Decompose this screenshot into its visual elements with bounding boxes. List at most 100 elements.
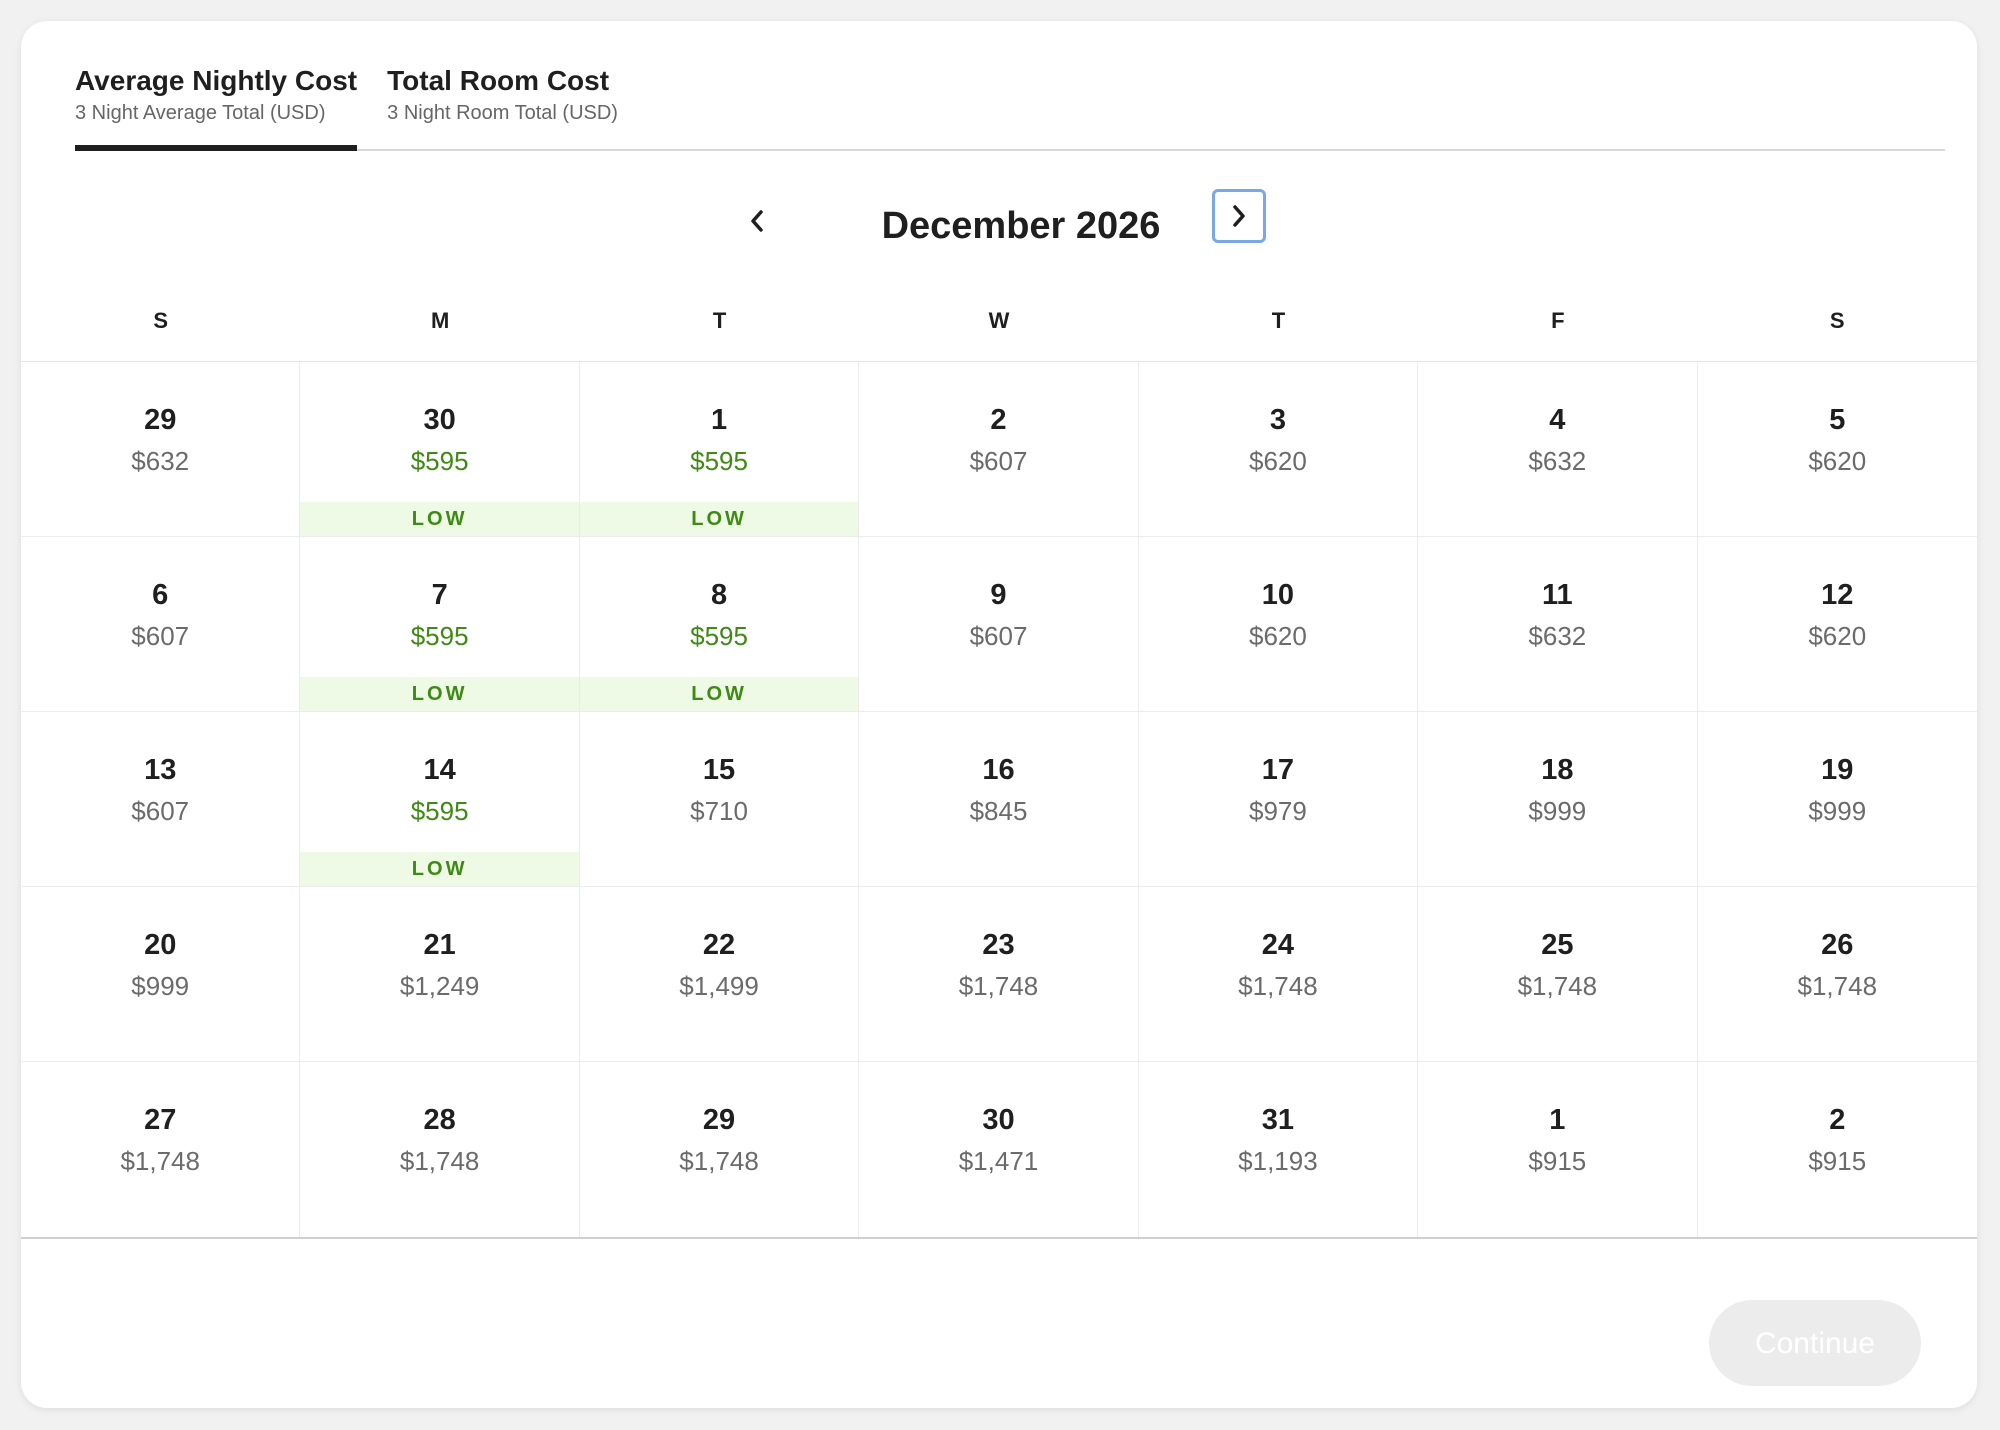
chevron-right-icon [1233, 205, 1245, 227]
calendar-grid: 29 $632 30 $595 LOW 1 $595 LOW 2 $607 3 $620 4 $632 5 $… [21, 362, 1977, 1239]
calendar-day-cell[interactable]: 20 $999 [21, 887, 301, 1062]
day-price: $1,193 [1238, 1146, 1318, 1176]
calendar-day-cell[interactable]: 13 $607 [21, 712, 301, 887]
day-number: 20 [144, 929, 177, 961]
calendar-day-cell[interactable]: 10 $620 [1138, 537, 1419, 712]
day-number: 30 [423, 404, 456, 436]
day-number: 26 [1821, 929, 1854, 961]
calendar-day-cell[interactable]: 14 $595 LOW [300, 712, 580, 887]
day-price: $595 [690, 446, 748, 476]
calendar-day-cell[interactable]: 29 $1,748 [580, 1062, 860, 1237]
calendar-day-cell[interactable]: 8 $595 LOW [579, 537, 860, 712]
calendar-day-cell[interactable]: 1 $915 [1418, 1062, 1698, 1237]
cost-tabs: Average Nightly Cost 3 Night Average Tot… [75, 21, 1945, 151]
calendar-day-cell[interactable]: 12 $620 [1697, 537, 1977, 712]
day-price: $632 [1528, 621, 1587, 651]
day-number: 10 [1261, 579, 1295, 611]
weekday-label: S [1829, 308, 1845, 333]
day-number: 8 [710, 579, 728, 611]
calendar-day-cell[interactable]: 3 $620 [1138, 362, 1419, 537]
day-price: $1,499 [679, 971, 759, 1001]
weekday-label: T [1271, 308, 1286, 333]
calendar-day-cell[interactable]: 5 $620 [1697, 362, 1977, 537]
day-price: $1,748 [1238, 971, 1318, 1001]
day-price: $915 [1528, 1146, 1587, 1176]
tab-total-room-cost[interactable]: Total Room Cost 3 Night Room Total (USD) [387, 21, 618, 149]
day-price: $620 [1249, 446, 1307, 476]
day-number: 5 [1829, 404, 1846, 436]
tab-title: Total Room Cost [387, 65, 610, 96]
day-number: 13 [144, 754, 177, 786]
calendar-day-cell[interactable]: 27 $1,748 [21, 1062, 301, 1237]
day-number: 19 [1821, 754, 1854, 786]
day-number: 2 [990, 404, 1007, 436]
rate-calendar-modal: Average Nightly Cost 3 Night Average Tot… [21, 21, 1977, 1408]
day-number: 24 [1261, 929, 1295, 961]
day-price: $1,748 [399, 1146, 480, 1176]
continue-button[interactable]: Continue [1709, 1300, 1921, 1386]
calendar-day-cell[interactable]: 30 $595 LOW [300, 362, 580, 537]
day-price: $607 [131, 621, 190, 651]
day-price: $620 [1249, 621, 1307, 651]
previous-month-button[interactable] [733, 197, 781, 245]
calendar-day-cell[interactable]: 18 $999 [1418, 712, 1698, 887]
tab-title: Average Nightly Cost [75, 65, 358, 96]
calendar-day-cell[interactable]: 30 $1,471 [859, 1062, 1139, 1237]
day-price: $999 [1808, 796, 1867, 826]
calendar-day-cell[interactable]: 4 $632 [1418, 362, 1698, 537]
calendar-day-cell[interactable]: 29 $632 [21, 362, 301, 537]
calendar-day-cell[interactable]: 9 $607 [859, 537, 1139, 712]
calendar-day-cell[interactable]: 28 $1,748 [300, 1062, 580, 1237]
day-number: 25 [1541, 929, 1574, 961]
day-price: $710 [690, 796, 748, 826]
calendar-day-cell[interactable]: 19 $999 [1697, 712, 1977, 887]
day-price: $1,748 [1517, 971, 1598, 1001]
calendar-day-cell[interactable]: 26 $1,748 [1697, 887, 1977, 1062]
weekday-label: M [430, 308, 450, 333]
day-price: $999 [131, 971, 190, 1001]
day-price: $607 [131, 796, 190, 826]
calendar-day-cell[interactable]: 7 $595 LOW [300, 537, 580, 712]
calendar-day-cell[interactable]: 17 $979 [1138, 712, 1419, 887]
day-price: $1,249 [399, 971, 480, 1001]
day-price: $632 [1528, 446, 1587, 476]
calendar-day-cell[interactable]: 21 $1,249 [300, 887, 580, 1062]
day-number: 18 [1541, 754, 1574, 786]
day-number: 11 [1542, 579, 1573, 611]
day-number: 3 [1269, 404, 1286, 436]
tab-subtitle: 3 Night Average Total (USD) [75, 102, 326, 124]
calendar-day-cell[interactable]: 24 $1,748 [1138, 887, 1419, 1062]
calendar-day-cell[interactable]: 15 $710 [579, 712, 860, 887]
next-month-button[interactable] [1212, 189, 1266, 243]
weekday-label: S [153, 308, 169, 333]
day-price: $595 [690, 621, 748, 651]
low-price-badge: LOW [579, 502, 859, 536]
month-navigation: December 2026 [21, 181, 1977, 271]
calendar-day-cell[interactable]: 6 $607 [21, 537, 301, 712]
calendar-day-cell[interactable]: 1 $595 LOW [579, 362, 860, 537]
calendar-day-cell[interactable]: 16 $845 [859, 712, 1139, 887]
chevron-left-icon [751, 210, 763, 232]
day-number: 6 [152, 579, 169, 611]
day-price: $915 [1808, 1146, 1867, 1176]
day-number: 4 [1549, 404, 1566, 436]
calendar-day-cell[interactable]: 25 $1,748 [1418, 887, 1698, 1062]
day-number: 9 [990, 579, 1007, 611]
day-number: 28 [423, 1104, 456, 1136]
calendar-day-cell[interactable]: 2 $607 [859, 362, 1139, 537]
calendar-day-cell[interactable]: 2 $915 [1698, 1062, 1977, 1237]
day-price: $1,748 [120, 1146, 200, 1176]
calendar-day-cell[interactable]: 22 $1,499 [579, 887, 860, 1062]
day-number: 27 [144, 1104, 177, 1136]
weekday-label: T [712, 308, 727, 333]
calendar-day-cell[interactable]: 23 $1,748 [859, 887, 1139, 1062]
calendar-day-cell[interactable]: 31 $1,193 [1139, 1062, 1419, 1237]
day-price: $1,748 [958, 971, 1039, 1001]
tab-average-nightly-cost[interactable]: Average Nightly Cost 3 Night Average Tot… [75, 21, 358, 151]
calendar-day-cell[interactable]: 11 $632 [1418, 537, 1698, 712]
day-price: $979 [1249, 796, 1307, 826]
day-number: 30 [982, 1104, 1015, 1136]
tab-subtitle: 3 Night Room Total (USD) [387, 102, 618, 124]
month-title: December 2026 [881, 205, 1161, 247]
day-number: 16 [982, 754, 1015, 786]
